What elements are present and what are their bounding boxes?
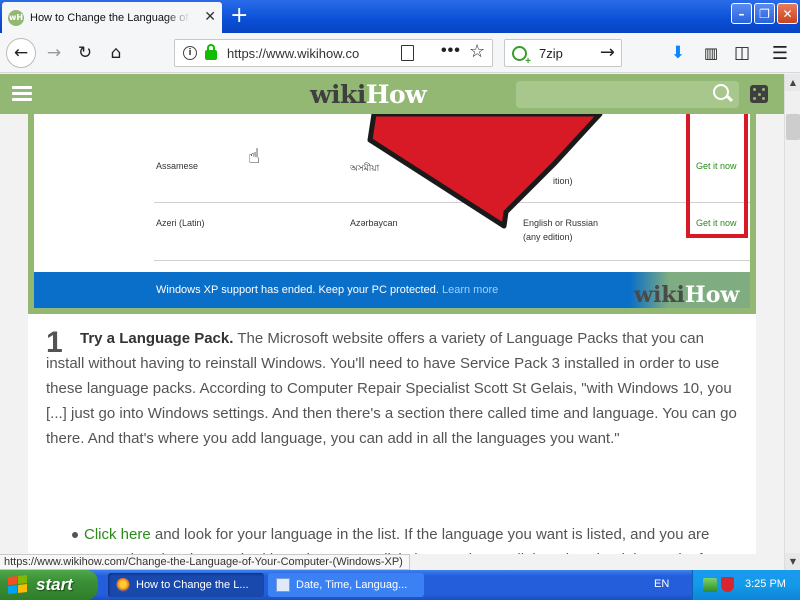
home-icon[interactable]: ⌂: [104, 41, 128, 65]
close-window-button[interactable]: ✕: [777, 3, 798, 24]
bullet-dot: [72, 532, 78, 538]
wikihow-search-input[interactable]: [516, 81, 739, 108]
scroll-thumb[interactable]: [786, 114, 800, 140]
download-icon[interactable]: ⬇: [666, 41, 690, 65]
step-body: 1 Try a Language Pack. The Microsoft web…: [46, 326, 746, 451]
search-go-arrow-icon[interactable]: →: [600, 42, 615, 63]
page-viewport: wikiHow Assamese অসমীয়া ition) Get it n…: [0, 74, 784, 554]
minimize-window-button[interactable]: –: [731, 3, 752, 24]
browser-tab-active[interactable]: wH How to Change the Language of Y ✕: [2, 2, 222, 33]
step-image: Assamese অসমীয়া ition) Get it now Azeri…: [28, 114, 756, 314]
clock[interactable]: 3:25 PM: [745, 578, 786, 590]
control-panel-icon: [276, 578, 290, 592]
forward-arrow-icon[interactable]: →: [42, 41, 66, 65]
step-paragraph: Try a Language Pack. The Microsoft websi…: [46, 326, 746, 451]
random-article-dice-icon[interactable]: [750, 85, 768, 103]
click-here-link[interactable]: Click here: [84, 526, 151, 543]
new-tab-icon[interactable]: +: [230, 4, 248, 28]
reader-view-icon[interactable]: [401, 45, 414, 61]
security-shield-icon[interactable]: [721, 577, 734, 592]
title-tab-bar: wH How to Change the Language of Y ✕ + –…: [0, 0, 800, 33]
wikihow-header: wikiHow: [0, 74, 784, 114]
step-text: The Microsoft website offers a variety o…: [46, 330, 737, 447]
network-icon[interactable]: [703, 578, 717, 592]
step-bullet-list: Click here and look for your language in…: [72, 522, 734, 554]
step-number: 1: [46, 326, 63, 359]
watermark-how-text: How: [684, 282, 740, 308]
status-link-preview: https://www.wikihow.com/Change-the-Langu…: [0, 554, 410, 570]
step-screenshot: Assamese অসমীয়া ition) Get it now Azeri…: [34, 114, 750, 308]
url-text[interactable]: https://www.wikihow.co: [227, 46, 369, 61]
hand-pointer-cursor-icon: ☝: [248, 144, 261, 168]
wikihow-logo[interactable]: wikiHow: [310, 80, 427, 109]
search-box[interactable]: 7zip →: [504, 39, 622, 67]
scroll-down-arrow-icon[interactable]: ▼: [785, 553, 800, 570]
bullet-text: and look for your language in the list. …: [84, 526, 710, 554]
start-button[interactable]: start: [0, 570, 98, 600]
page-scrollbar[interactable]: ▲ ▼: [784, 74, 800, 570]
logo-wiki-text: wiki: [310, 80, 366, 109]
hamburger-menu-icon[interactable]: ☰: [768, 41, 792, 65]
language-indicator[interactable]: EN: [654, 578, 669, 590]
wikihow-favicon-icon: wH: [8, 9, 24, 26]
restore-window-button[interactable]: ❐: [754, 3, 775, 24]
firefox-icon: [116, 578, 130, 592]
step-title: Try a Language Pack.: [80, 330, 234, 347]
windows-logo-icon: [8, 575, 28, 595]
windows-taskbar: start How to Change the L... Date, Time,…: [0, 570, 800, 600]
reload-icon[interactable]: ↻: [73, 41, 97, 65]
red-highlight-box: [686, 114, 748, 238]
taskbar-item-browser[interactable]: How to Change the L...: [108, 573, 264, 597]
page-actions-icon[interactable]: •••: [441, 42, 461, 60]
taskbar-item-date-time[interactable]: Date, Time, Languag...: [268, 573, 424, 597]
tab-close-icon[interactable]: ✕: [204, 9, 216, 25]
banner-text: Windows XP support has ended. Keep your …: [156, 284, 439, 296]
banner-learn-more-link[interactable]: Learn more: [442, 284, 498, 296]
bookmark-star-icon[interactable]: ☆: [469, 41, 485, 62]
bullet-item: Click here and look for your language in…: [84, 522, 734, 554]
logo-how-text: How: [365, 80, 427, 109]
navigation-toolbar: ← → ↻ ⌂ i https://www.wikihow.co ••• ☆ 7…: [0, 33, 800, 73]
tab-title: How to Change the Language of Y: [30, 11, 190, 24]
back-arrow-icon[interactable]: ←: [6, 38, 36, 68]
watermark-wiki-text: wiki: [634, 282, 685, 308]
wikihow-watermark: wikiHow: [634, 282, 739, 308]
system-tray: 3:25 PM: [692, 570, 800, 600]
sidebar-icon[interactable]: ◫: [730, 41, 754, 65]
url-bar[interactable]: i https://www.wikihow.co ••• ☆: [174, 39, 493, 67]
lock-icon[interactable]: [205, 44, 217, 60]
scroll-up-arrow-icon[interactable]: ▲: [785, 74, 800, 91]
wikihow-menu-icon[interactable]: [12, 86, 32, 102]
article-content: Assamese অসমীয়া ition) Get it now Azeri…: [28, 114, 756, 554]
site-info-icon[interactable]: i: [183, 46, 197, 60]
library-icon[interactable]: ▥: [699, 41, 723, 65]
search-query-text[interactable]: 7zip: [539, 46, 563, 61]
wikihow-search-icon[interactable]: [713, 84, 729, 100]
taskbar-item-label: Date, Time, Languag...: [296, 579, 408, 591]
search-engine-icon[interactable]: [512, 45, 531, 67]
start-label: start: [36, 575, 73, 594]
taskbar-item-label: How to Change the L...: [136, 579, 249, 591]
